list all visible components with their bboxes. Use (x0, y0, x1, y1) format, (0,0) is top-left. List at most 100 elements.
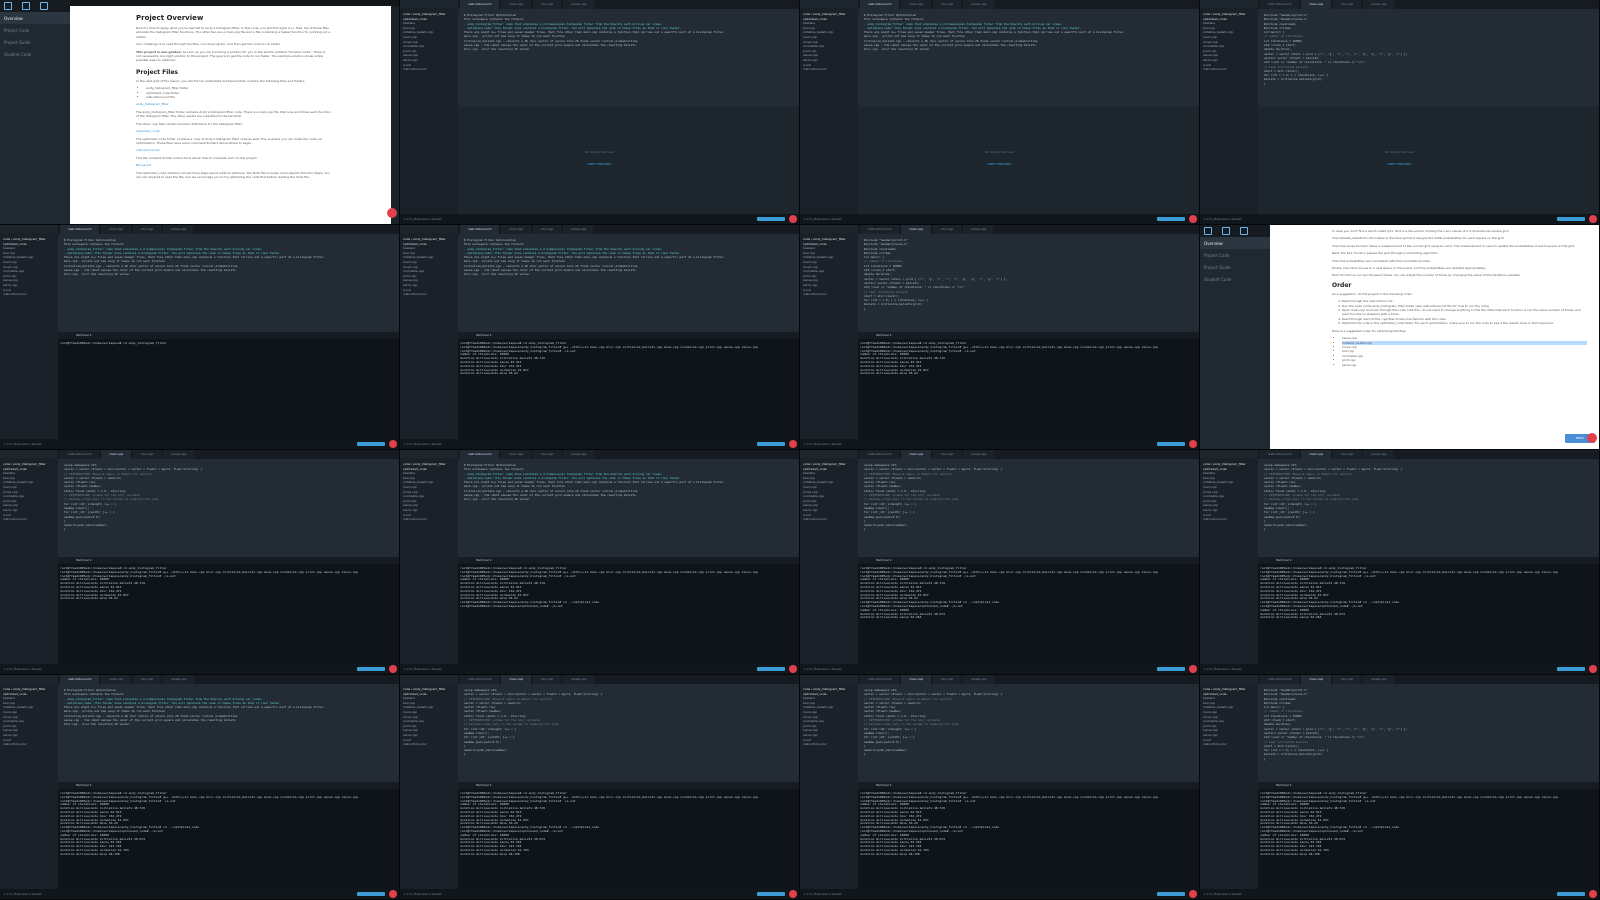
tab-main-cpp[interactable]: main.cpp (101, 675, 132, 684)
terminal[interactable]: Terminal 1 root@77eed1905e4c:/home/worksp… (1258, 782, 1599, 889)
tab-main-cpp[interactable]: main.cpp (501, 675, 532, 684)
tab-blur-cpp[interactable]: blur.cpp (533, 0, 562, 9)
tab-blur-cpp[interactable]: blur.cpp (933, 675, 962, 684)
tab-blur-cpp[interactable]: blur.cpp (933, 225, 962, 234)
tab-blur-cpp[interactable]: blur.cpp (1333, 675, 1362, 684)
submit-button[interactable] (757, 892, 785, 896)
tab-main-cpp[interactable]: main.cpp (101, 225, 132, 234)
terminal-tab[interactable]: Terminal 1 (1258, 782, 1599, 789)
tree-file[interactable]: instructions.md (1200, 67, 1258, 72)
help-button[interactable] (1189, 665, 1197, 673)
terminal[interactable]: Terminal 1 root@77eed1905e4c:/home/worksp… (1258, 557, 1599, 664)
submit-button[interactable] (757, 217, 785, 221)
tab-instructions-md[interactable]: instructions.md (860, 450, 900, 459)
sidebar-item[interactable]: Project Code (0, 24, 70, 36)
tab-instructions-md[interactable]: instructions.md (860, 225, 900, 234)
book-icon[interactable] (4, 2, 12, 10)
submit-button[interactable] (1157, 217, 1185, 221)
code-editor[interactable]: using namespace std; vector < vector <flo… (858, 459, 1199, 557)
terminal-tab[interactable]: Terminal 1 (58, 782, 399, 789)
help-button[interactable] (389, 440, 397, 448)
open-terminal-button[interactable]: OPEN TERMINAL (1385, 162, 1414, 166)
tree-file[interactable]: instructions.md (800, 292, 858, 297)
submit-button[interactable] (1557, 217, 1585, 221)
code-editor[interactable]: #include "headers/print.h" #include "head… (1258, 684, 1599, 782)
tab-instructions-md[interactable]: instructions.md (60, 225, 100, 234)
tab-blur-cpp[interactable]: blur.cpp (533, 225, 562, 234)
tree-file[interactable]: instructions.md (800, 517, 858, 522)
tab-main-cpp[interactable]: main.cpp (1301, 675, 1332, 684)
submit-button[interactable] (357, 667, 385, 671)
terminal[interactable]: Terminal 1 root@77eed1905e4c:/home/worksp… (858, 782, 1199, 889)
tab-instructions-md[interactable]: instructions.md (460, 450, 500, 459)
tab-blur-cpp[interactable]: blur.cpp (933, 0, 962, 9)
tab-instructions-md[interactable]: instructions.md (460, 675, 500, 684)
tab-blur-cpp[interactable]: blur.cpp (1333, 0, 1362, 9)
submit-button[interactable] (1557, 892, 1585, 896)
code-editor[interactable]: # Histogram Filter Optimization This work… (458, 9, 799, 107)
search-icon[interactable] (40, 2, 48, 10)
help-button[interactable] (389, 890, 397, 898)
submit-button[interactable] (757, 442, 785, 446)
tab-sense-cpp[interactable]: sense.cpp (963, 675, 995, 684)
tab-sense-cpp[interactable]: sense.cpp (163, 675, 195, 684)
code-editor[interactable]: using namespace std; vector < vector <flo… (58, 459, 399, 557)
tab-sense-cpp[interactable]: sense.cpp (163, 450, 195, 459)
submit-button[interactable] (1157, 892, 1185, 896)
tree-file[interactable]: instructions.md (400, 292, 458, 297)
tab-blur-cpp[interactable]: blur.cpp (133, 450, 162, 459)
tab-main-cpp[interactable]: main.cpp (501, 0, 532, 9)
sidebar-item[interactable]: Project Code (1200, 249, 1270, 261)
tab-sense-cpp[interactable]: sense.cpp (963, 225, 995, 234)
tab-instructions-md[interactable]: instructions.md (60, 675, 100, 684)
search-icon[interactable] (1240, 227, 1248, 235)
sidebar-item[interactable]: Student Code (1200, 273, 1270, 285)
code-editor[interactable]: # Histogram Filter Optimization This work… (858, 9, 1199, 107)
code-editor[interactable]: using namespace std; vector < vector <flo… (858, 684, 1199, 782)
code-editor[interactable]: # Histogram Filter Optimization This work… (58, 684, 399, 782)
terminal[interactable]: Terminal 1 root@77eed1905e4c:/home/worksp… (458, 557, 799, 664)
tree-file[interactable]: instructions.md (800, 742, 858, 747)
tree-file[interactable]: instructions.md (400, 67, 458, 72)
tab-sense-cpp[interactable]: sense.cpp (963, 450, 995, 459)
terminal-tab[interactable]: Terminal 1 (458, 557, 799, 564)
terminal-tab[interactable]: Terminal 1 (858, 557, 1199, 564)
terminal-tab[interactable]: Terminal 1 (58, 332, 399, 339)
tab-blur-cpp[interactable]: blur.cpp (1333, 450, 1362, 459)
tree-file[interactable]: instructions.md (800, 67, 858, 72)
tab-sense-cpp[interactable]: sense.cpp (1363, 675, 1395, 684)
tree-file[interactable]: instructions.md (1200, 517, 1258, 522)
help-button[interactable] (1589, 665, 1597, 673)
terminal[interactable]: Terminal 1 root@77eed1905e4c:/home/worksp… (858, 332, 1199, 439)
sidebar-item[interactable]: Project Guide (0, 36, 70, 48)
code-editor[interactable]: # Histogram Filter Optimization This work… (458, 459, 799, 557)
help-button[interactable] (1587, 433, 1597, 443)
tab-main-cpp[interactable]: main.cpp (501, 225, 532, 234)
tab-sense-cpp[interactable]: sense.cpp (1363, 450, 1395, 459)
terminal-tab[interactable]: Terminal 1 (458, 332, 799, 339)
tab-sense-cpp[interactable]: sense.cpp (963, 0, 995, 9)
tab-blur-cpp[interactable]: blur.cpp (133, 675, 162, 684)
tab-sense-cpp[interactable]: sense.cpp (1363, 0, 1395, 9)
help-button[interactable] (387, 208, 397, 218)
terminal[interactable]: Terminal 1 root@77eed1905e4c:/home/worksp… (58, 782, 399, 889)
open-terminal-button[interactable]: OPEN TERMINAL (585, 162, 614, 166)
tab-main-cpp[interactable]: main.cpp (1301, 0, 1332, 9)
submit-button[interactable] (1157, 442, 1185, 446)
terminal[interactable]: Terminal 1 root@77eed1905e4c:/home/worksp… (458, 782, 799, 889)
help-button[interactable] (789, 440, 797, 448)
code-editor[interactable]: using namespace std; vector < vector <flo… (1258, 459, 1599, 557)
tab-instructions-md[interactable]: instructions.md (1260, 0, 1300, 9)
terminal[interactable]: Terminal 1 root@77eed1905e4c:/home/worksp… (58, 557, 399, 664)
tab-blur-cpp[interactable]: blur.cpp (933, 450, 962, 459)
submit-button[interactable] (1157, 667, 1185, 671)
code-editor[interactable]: # Histogram Filter Optimization This work… (58, 234, 399, 332)
tree-file[interactable]: instructions.md (0, 292, 58, 297)
folder-icon[interactable] (1222, 227, 1230, 235)
tab-blur-cpp[interactable]: blur.cpp (133, 225, 162, 234)
code-editor[interactable]: using namespace std; vector < vector <flo… (458, 684, 799, 782)
code-editor[interactable]: #include "headers/print.h" #include "head… (858, 234, 1199, 332)
tab-instructions-md[interactable]: instructions.md (860, 675, 900, 684)
open-terminal-button[interactable]: OPEN TERMINAL (985, 162, 1014, 166)
tree-file[interactable]: instructions.md (1200, 742, 1258, 747)
